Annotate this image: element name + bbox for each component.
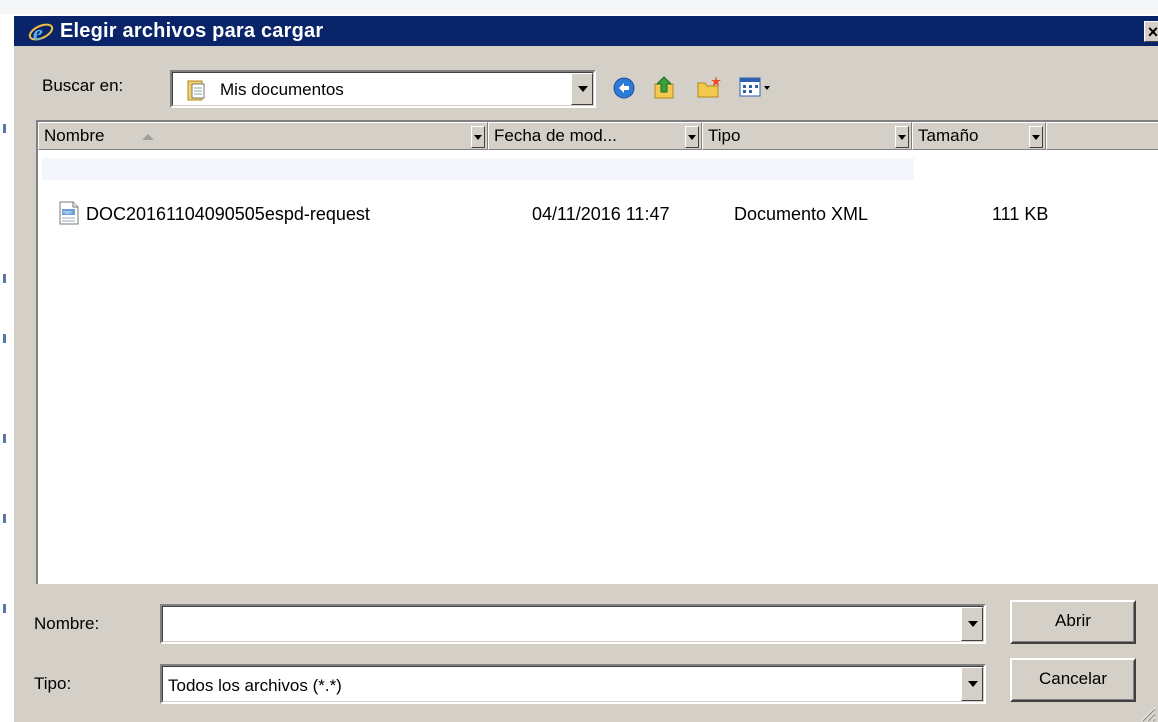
column-header-name[interactable]: Nombre [38, 122, 488, 150]
filename-dropdown-arrow[interactable] [961, 607, 983, 641]
file-type: Documento XML [734, 204, 869, 224]
filetype-label: Tipo: [34, 674, 72, 693]
column-filter-dropdown[interactable] [1029, 126, 1043, 148]
file-open-dialog: e Elegir archivos para cargar × Buscar e… [12, 14, 1158, 722]
resize-grip-icon[interactable] [1138, 704, 1156, 722]
background-mark [3, 334, 6, 343]
column-label: Fecha de mod... [494, 126, 617, 145]
cancel-button[interactable]: Cancelar [1010, 658, 1136, 702]
file-row[interactable]: <e> DOC20161104090505espd-request 04/11/… [38, 200, 1158, 230]
close-button[interactable]: × [1144, 21, 1158, 42]
look-in-dropdown-arrow[interactable] [571, 73, 593, 105]
file-size: 111 KB [992, 204, 1049, 224]
filename-label: Nombre: [34, 614, 100, 633]
look-in-combobox[interactable]: Mis documentos [170, 70, 596, 108]
folder-icon [187, 80, 205, 101]
column-header-type[interactable]: Tipo [702, 122, 912, 150]
svg-text:e: e [33, 20, 43, 44]
svg-text:<e>: <e> [63, 210, 72, 216]
column-label: Tamaño [918, 126, 979, 145]
dialog-title: Elegir archivos para cargar [60, 20, 324, 42]
column-header-size[interactable]: Tamaño [912, 122, 1046, 150]
open-button[interactable]: Abrir [1010, 600, 1136, 644]
views-menu-icon[interactable] [738, 76, 772, 100]
sort-ascending-icon [142, 134, 154, 140]
background-page-edge [0, 14, 12, 722]
up-folder-icon[interactable] [652, 74, 678, 100]
file-date: 04/11/2016 11:47 [532, 204, 670, 224]
background-mark [3, 434, 6, 443]
column-filter-dropdown[interactable] [895, 126, 909, 148]
new-folder-icon[interactable] [696, 74, 724, 100]
column-header-empty [1046, 122, 1158, 150]
filename-combobox[interactable] [160, 604, 986, 644]
column-label: Nombre [44, 126, 105, 145]
background-mark [3, 124, 6, 133]
group-header-band [42, 158, 914, 180]
internet-explorer-icon: e [28, 20, 54, 44]
title-bar[interactable]: e Elegir archivos para cargar × [14, 16, 1158, 46]
column-filter-dropdown[interactable] [471, 126, 485, 148]
look-in-label: Buscar en: [42, 76, 124, 95]
background-page-strip [0, 0, 1158, 14]
filetype-value: Todos los archivos (*.*) [168, 676, 342, 695]
background-mark [3, 514, 6, 523]
cancel-button-label: Cancelar [1038, 669, 1108, 688]
background-mark [3, 604, 6, 613]
filename-frame [162, 606, 984, 642]
filetype-dropdown-arrow[interactable] [961, 667, 983, 701]
file-name: DOC20161104090505espd-request [86, 204, 370, 224]
file-list-view[interactable]: Nombre Fecha de mod... Tipo Tamaño <e> D… [36, 120, 1158, 584]
column-header-date[interactable]: Fecha de mod... [488, 122, 702, 150]
look-in-value: Mis documentos [220, 80, 344, 99]
xml-file-icon: <e> [59, 201, 79, 225]
column-label: Tipo [708, 126, 741, 145]
column-filter-dropdown[interactable] [685, 126, 699, 148]
background-mark [3, 274, 6, 283]
back-arrow-icon[interactable] [612, 76, 636, 100]
open-button-label: Abrir [1055, 611, 1091, 630]
filetype-combobox[interactable]: Todos los archivos (*.*) [160, 664, 986, 704]
